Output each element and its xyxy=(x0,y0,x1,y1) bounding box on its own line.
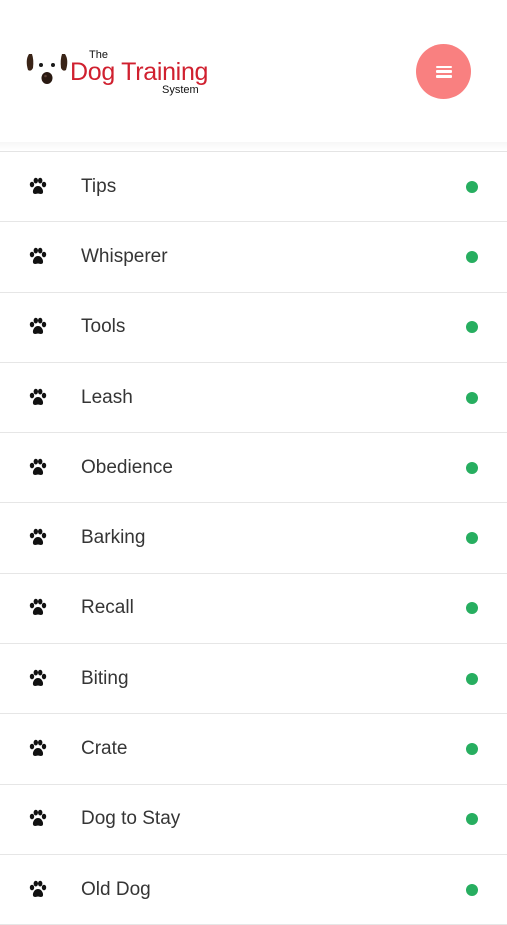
nav-menu-item-dog-to-stay[interactable]: Dog to Stay xyxy=(0,784,507,855)
nav-menu-item-label: Obedience xyxy=(81,456,173,478)
paw-icon xyxy=(29,177,47,194)
nav-menu-item-label: Dog to Stay xyxy=(81,808,181,830)
nav-menu-item-obedience[interactable]: Obedience xyxy=(0,433,507,504)
nav-menu-item-label: Biting xyxy=(81,667,129,689)
nav-menu: Tips Whisperer Tools Leash Obedience Bar… xyxy=(0,152,507,925)
paw-icon xyxy=(29,810,47,827)
hamburger-icon xyxy=(435,65,452,78)
nav-menu-item-recall[interactable]: Recall xyxy=(0,573,507,645)
nav-menu-item-barking[interactable]: Barking xyxy=(0,503,507,574)
nav-menu-item-old-dog[interactable]: Old Dog xyxy=(0,854,507,925)
paw-icon xyxy=(29,739,47,756)
nav-menu-item-label: Crate xyxy=(81,738,128,760)
nav-menu-item-whisperer[interactable]: Whisperer xyxy=(0,222,507,293)
site-logo[interactable]: The Dog Training System xyxy=(24,48,234,100)
paw-icon xyxy=(29,388,47,405)
status-dot xyxy=(466,743,478,756)
site-header: The Dog Training System xyxy=(0,0,507,142)
nav-menu-item-label: Tips xyxy=(81,175,117,197)
nav-menu-item-label: Barking xyxy=(81,527,146,549)
status-dot xyxy=(466,250,478,263)
nav-menu-item-label: Old Dog xyxy=(81,878,151,900)
nav-menu-item-label: Recall xyxy=(81,597,134,619)
nav-menu-item-leash[interactable]: Leash xyxy=(0,362,507,434)
nav-menu-item-tips[interactable]: Tips xyxy=(0,152,507,223)
dog-face-icon xyxy=(26,54,68,84)
paw-icon xyxy=(29,247,47,264)
nav-menu-item-biting[interactable]: Biting xyxy=(0,644,507,715)
nav-menu-item-tools[interactable]: Tools xyxy=(0,292,507,363)
status-dot xyxy=(466,180,478,193)
paw-icon xyxy=(29,880,47,897)
paw-icon xyxy=(29,317,47,335)
paw-icon xyxy=(29,669,47,686)
menu-toggle-button[interactable] xyxy=(416,44,471,99)
status-dot xyxy=(466,532,478,545)
nav-menu-item-crate[interactable]: Crate xyxy=(0,714,507,785)
status-dot xyxy=(466,602,478,615)
status-dot xyxy=(466,321,478,334)
status-dot xyxy=(466,883,478,896)
logo-text-main: Dog Training xyxy=(70,58,209,86)
paw-icon xyxy=(29,599,47,616)
nav-menu-item-label: Leash xyxy=(81,386,133,408)
status-dot xyxy=(466,813,478,826)
paw-icon xyxy=(29,528,47,546)
status-dot xyxy=(466,391,478,404)
header-divider xyxy=(0,142,507,152)
status-dot xyxy=(466,461,478,474)
logo-text-system: System xyxy=(162,84,199,96)
status-dot xyxy=(466,672,478,685)
nav-menu-item-label: Tools xyxy=(81,316,126,338)
paw-icon xyxy=(29,458,47,475)
nav-menu-item-label: Whisperer xyxy=(81,245,168,267)
